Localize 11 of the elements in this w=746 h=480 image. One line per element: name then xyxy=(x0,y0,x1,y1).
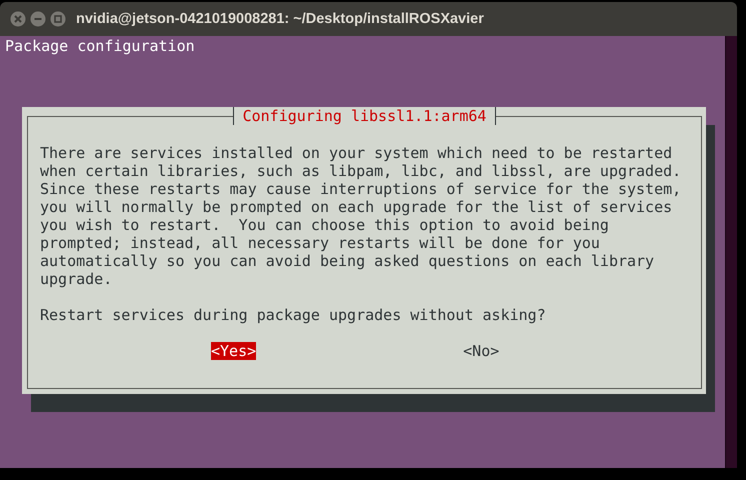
window-title: nvidia@jetson-0421019008281: ~/Desktop/installROSXavier xyxy=(76,11,484,27)
maximize-icon[interactable] xyxy=(50,11,66,27)
minimize-icon[interactable] xyxy=(30,11,46,27)
dialog-button[interactable]: <No> xyxy=(463,342,500,360)
dialog-title: Configuring libssl1.1:arm64 xyxy=(232,107,496,125)
header-text: Package configuration xyxy=(5,37,195,55)
dialog-button[interactable]: <Yes> xyxy=(211,342,256,360)
close-icon[interactable] xyxy=(10,11,26,27)
dialog-question: Restart services during package upgrades without asking? xyxy=(40,306,546,324)
scrollbar[interactable] xyxy=(725,36,737,468)
dialog-message: There are services installed on your system which need to be restarted when certain libraries, such as libpam, libc, and libssl, are upgraded. Since these restarts may cause interruptions of service for the system, you will normally be prompted on each upgrade for the list of services you wish to restart. You can choose this option to avoid being prompted; instead, all necessary restarts will be done for you automatically so you can avoid being asked questions on each library upgrade. xyxy=(40,144,682,288)
